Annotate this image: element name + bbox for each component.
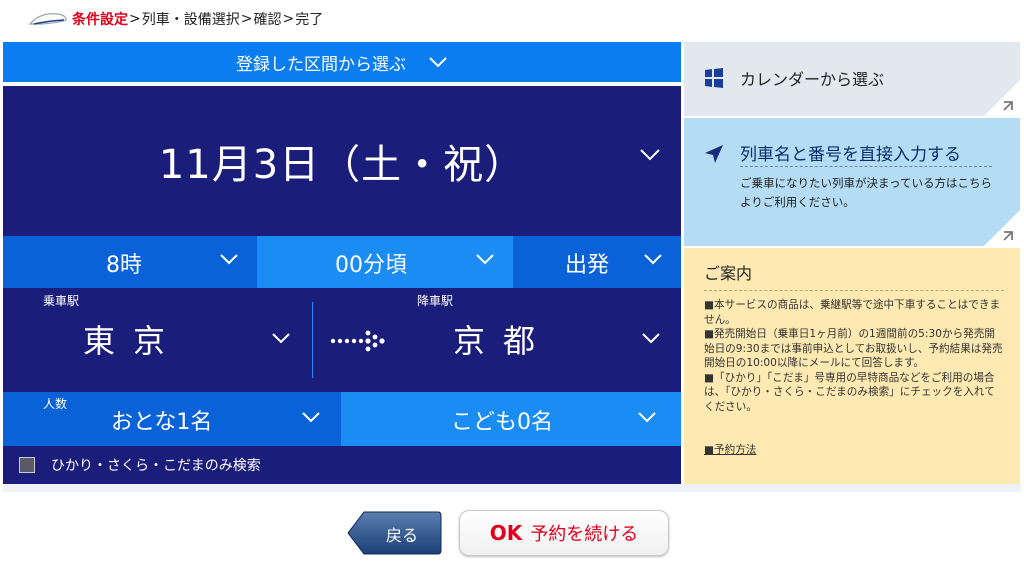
station-row: 乗車駅 東京 降車駅 京都 <box>3 288 681 392</box>
corner-arrow-icon <box>984 80 1020 116</box>
chevron-down-icon <box>476 254 494 265</box>
search-form: 登録した区間から選ぶ 11月3日（土・祝） 8時 00分頃 出発 乗車駅 東京 <box>3 42 681 484</box>
arrival-station-select[interactable]: 降車駅 京都 <box>393 288 681 392</box>
minute-value: 00分頃 <box>335 253 407 278</box>
people-caption: 人数 <box>43 397 68 411</box>
breadcrumb-step-complete: 完了 <box>295 12 324 28</box>
adult-count-select[interactable]: 人数 おとな1名 <box>3 392 341 446</box>
hour-value: 8時 <box>106 253 142 278</box>
departure-mode-value: 出発 <box>565 253 610 278</box>
calendar-select-label: カレンダーから選ぶ <box>740 70 885 89</box>
navigation-arrow-icon <box>705 145 723 163</box>
info-note: ■本サービスの商品は、乗継駅等で途中下車することはできません。 <box>704 299 1001 326</box>
departure-station-select[interactable]: 乗車駅 東京 <box>3 288 312 392</box>
chevron-down-icon <box>644 254 662 265</box>
adult-count-value: おとな1名 <box>111 410 213 435</box>
train-direct-input-title: 列車名と番号を直接入力する <box>740 145 961 165</box>
calendar-select-button[interactable]: カレンダーから選ぶ <box>684 42 1020 116</box>
corner-arrow-icon <box>984 210 1020 246</box>
info-note: ■発売開始日（乗車日1ヶ月前）の1週間前の5:30から発売開始日の9:30までは… <box>704 328 1003 369</box>
breadcrumb: 条件設定 > 列車・設備選択 > 確認 > 完了 <box>28 4 323 34</box>
hour-select[interactable]: 8時 <box>3 236 257 288</box>
time-row: 8時 00分頃 出発 <box>3 236 681 288</box>
breadcrumb-separator: > <box>240 11 253 27</box>
chevron-down-icon <box>272 333 290 344</box>
chevron-down-icon <box>638 412 656 423</box>
chevron-down-icon <box>642 333 660 344</box>
chevron-down-icon <box>429 57 447 68</box>
continue-booking-label: 予約を続ける <box>530 524 639 545</box>
hikari-only-checkbox[interactable] <box>19 457 35 473</box>
minute-select[interactable]: 00分頃 <box>257 236 513 288</box>
breadcrumb-separator: > <box>129 11 141 27</box>
departure-station-caption: 乗車駅 <box>43 294 80 308</box>
continue-booking-button[interactable]: OK 予約を続ける <box>459 510 669 556</box>
arrival-station-caption: 降車駅 <box>417 294 454 308</box>
hikari-only-label: ひかり・さくら・こだまのみ検索 <box>51 458 261 474</box>
date-value: 11月3日（土・祝） <box>158 142 526 188</box>
dashed-divider <box>740 166 992 167</box>
booking-method-link[interactable]: ■予約方法 <box>704 442 756 457</box>
form-bottom-shadow <box>3 484 1021 492</box>
breadcrumb-step-train: 列車・設備選択 <box>141 12 240 28</box>
station-divider <box>312 302 313 378</box>
date-select[interactable]: 11月3日（土・祝） <box>3 86 681 236</box>
calendar-grid-icon <box>705 68 723 88</box>
chevron-down-icon <box>220 254 238 265</box>
shinkansen-logo-icon <box>28 13 67 25</box>
direction-arrow-icon <box>330 330 385 352</box>
registered-route-label: 登録した区間から選ぶ <box>236 54 406 75</box>
chevron-down-icon <box>640 149 660 161</box>
departure-station-value: 東京 <box>83 322 184 360</box>
people-row: 人数 おとな1名 こども0名 <box>3 392 681 446</box>
chevron-down-icon <box>302 412 320 423</box>
breadcrumb-separator: > <box>282 11 295 27</box>
child-count-select[interactable]: こども0名 <box>341 392 681 446</box>
info-panel: ご案内 ■本サービスの商品は、乗継駅等で途中下車することはできません。 ■発売開… <box>684 248 1020 486</box>
info-note: ■「ひかり」「こだま」号専用の早特商品などをご利用の場合は、「ひかり・さくら・こ… <box>704 371 995 413</box>
child-count-value: こども0名 <box>451 410 553 435</box>
back-button-label: 戻る <box>386 526 419 545</box>
dashed-divider <box>704 290 1004 291</box>
back-button[interactable]: 戻る <box>346 510 442 556</box>
breadcrumb-step-confirm: 確認 <box>253 12 282 28</box>
ok-mark: OK <box>489 521 523 545</box>
info-notes: ■本サービスの商品は、乗継駅等で途中下車することはできません。 ■発売開始日（乗… <box>704 298 1004 414</box>
hikari-only-option[interactable]: ひかり・さくら・こだまのみ検索 <box>3 446 681 484</box>
train-direct-input-button[interactable]: 列車名と番号を直接入力する ご乗車になりたい列車が決まっている方はこちらよりご利… <box>684 118 1020 246</box>
breadcrumb-step-conditions: 条件設定 <box>72 12 128 28</box>
arrival-station-value: 京都 <box>453 322 554 360</box>
info-title: ご案内 <box>704 264 753 283</box>
train-direct-input-desc: ご乗車になりたい列車が決まっている方はこちらよりご利用ください。 <box>740 176 992 209</box>
registered-route-dropdown[interactable]: 登録した区間から選ぶ <box>3 42 681 84</box>
departure-arrival-select[interactable]: 出発 <box>513 236 681 288</box>
